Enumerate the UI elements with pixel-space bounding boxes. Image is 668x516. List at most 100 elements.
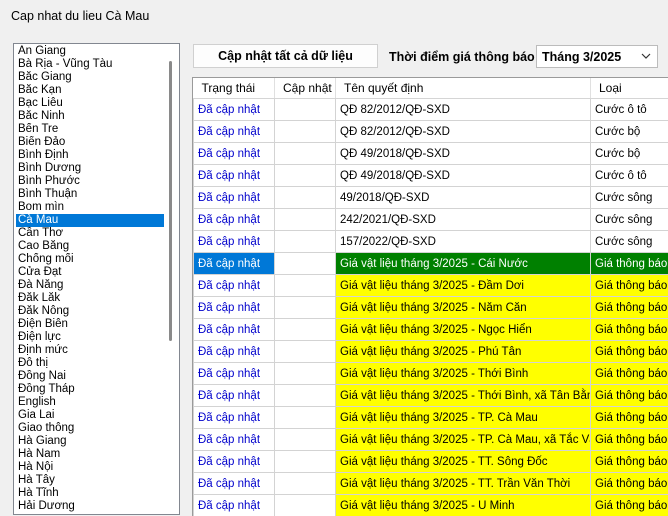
cell-type[interactable]: Giá thông báo xyxy=(591,473,668,495)
cell-update[interactable] xyxy=(275,385,336,407)
cell-type[interactable]: Giá thông báo xyxy=(591,319,668,341)
sidebar-item[interactable]: Hà Tĩnh xyxy=(16,487,168,500)
cell-type[interactable]: Giá thông báo xyxy=(591,363,668,385)
cell-name[interactable]: QĐ 49/2018/QĐ-SXD xyxy=(336,143,591,165)
sidebar-item[interactable]: Chống mối xyxy=(16,253,168,266)
cell-update[interactable] xyxy=(275,253,336,275)
sidebar-item[interactable]: Bình Dương xyxy=(16,162,168,175)
sidebar-item[interactable]: Định mức xyxy=(16,344,168,357)
sidebar-item[interactable]: Bến Tre xyxy=(16,123,168,136)
cell-name[interactable]: Giá vật liệu tháng 3/2025 - U Minh xyxy=(336,495,591,516)
sidebar-item[interactable]: Bắc Kạn xyxy=(16,84,168,97)
cell-update[interactable] xyxy=(275,407,336,429)
sidebar-item[interactable]: Hà Nội xyxy=(16,461,168,474)
cell-update[interactable] xyxy=(275,99,336,121)
cell-name[interactable]: Giá vật liệu tháng 3/2025 - TT. Trần Văn… xyxy=(336,473,591,495)
cell-update[interactable] xyxy=(275,429,336,451)
table-row[interactable]: Đã cập nhậtGiá vật liệu tháng 3/2025 - N… xyxy=(194,319,668,341)
province-list[interactable]: An GiangBà Rịa - Vũng TàuBắc GiangBắc Kạ… xyxy=(13,43,180,515)
cell-name[interactable]: 49/2018/QĐ-SXD xyxy=(336,187,591,209)
cell-update[interactable] xyxy=(275,231,336,253)
cell-status[interactable]: Đã cập nhật xyxy=(194,143,275,165)
cell-update[interactable] xyxy=(275,363,336,385)
sidebar-item[interactable]: Điện Biên xyxy=(16,318,168,331)
cell-name[interactable]: Giá vật liệu tháng 3/2025 - Đầm Dơi xyxy=(336,275,591,297)
sidebar-item[interactable]: Điện lực xyxy=(16,331,168,344)
sidebar-item[interactable]: Đồng Tháp xyxy=(16,383,168,396)
cell-name[interactable]: QĐ 82/2012/QĐ-SXD xyxy=(336,121,591,143)
cell-update[interactable] xyxy=(275,341,336,363)
table-row[interactable]: Đã cập nhật QĐ 82/2012/QĐ-SXDCước ô tô xyxy=(194,99,668,121)
cell-status[interactable]: Đã cập nhật xyxy=(194,165,275,187)
cell-type[interactable]: Giá thông báo xyxy=(591,297,668,319)
sidebar-item[interactable]: Biển Đảo xyxy=(16,136,168,149)
cell-update[interactable] xyxy=(275,275,336,297)
sidebar-item[interactable]: Bình Định xyxy=(16,149,168,162)
cell-type[interactable]: Giá thông báo xyxy=(591,429,668,451)
cell-type[interactable]: Giá thông báo xyxy=(591,253,668,275)
sidebar-item[interactable]: Đô thị xyxy=(16,357,168,370)
sidebar-item[interactable]: Đà Nẵng xyxy=(16,279,168,292)
cell-update[interactable] xyxy=(275,495,336,516)
cell-type[interactable]: Giá thông báo xyxy=(591,451,668,473)
sidebar-item[interactable]: English xyxy=(16,396,168,409)
table-row[interactable]: Đã cập nhậtGiá vật liệu tháng 3/2025 - Đ… xyxy=(194,275,668,297)
scrollbar-thumb[interactable] xyxy=(169,61,172,341)
cell-status[interactable]: Đã cập nhật xyxy=(194,385,275,407)
cell-name[interactable]: 242/2021/QĐ-SXD xyxy=(336,209,591,231)
cell-name[interactable]: Giá vật liệu tháng 3/2025 - Năm Căn xyxy=(336,297,591,319)
column-header-update[interactable]: Cập nhật xyxy=(275,78,336,99)
cell-name[interactable]: Giá vật liệu tháng 3/2025 - Cái Nước xyxy=(336,253,591,275)
sidebar-item[interactable]: Bắc Giang xyxy=(16,71,168,84)
cell-status[interactable]: Đã cập nhật xyxy=(194,341,275,363)
cell-name[interactable]: Giá vật liệu tháng 3/2025 - TP. Cà Mau, … xyxy=(336,429,591,451)
cell-update[interactable] xyxy=(275,319,336,341)
period-select[interactable]: Tháng 3/2025 xyxy=(536,45,658,68)
cell-type[interactable]: Cước ô tô xyxy=(591,99,668,121)
cell-type[interactable]: Cước sông xyxy=(591,231,668,253)
cell-type[interactable]: Giá thông báo xyxy=(591,385,668,407)
table-row[interactable]: Đã cập nhậtGiá vật liệu tháng 3/2025 - N… xyxy=(194,297,668,319)
sidebar-item[interactable]: Bình Phước xyxy=(16,175,168,188)
cell-type[interactable]: Giá thông báo xyxy=(591,407,668,429)
table-row[interactable]: Đã cập nhậtQĐ 49/2018/QĐ-SXDCước bộ xyxy=(194,143,668,165)
cell-name[interactable]: QĐ 82/2012/QĐ-SXD xyxy=(336,99,591,121)
sidebar-item[interactable]: An Giang xyxy=(16,45,168,58)
cell-update[interactable] xyxy=(275,143,336,165)
table-row[interactable]: Đã cập nhật242/2021/QĐ-SXDCước sông xyxy=(194,209,668,231)
cell-update[interactable] xyxy=(275,473,336,495)
cell-update[interactable] xyxy=(275,165,336,187)
cell-name[interactable]: 157/2022/QĐ-SXD xyxy=(336,231,591,253)
cell-type[interactable]: Giá thông báo xyxy=(591,275,668,297)
cell-status[interactable]: Đã cập nhật xyxy=(194,319,275,341)
table-row[interactable]: Đã cập nhậtGiá vật liệu tháng 3/2025 - T… xyxy=(194,363,668,385)
sidebar-item[interactable]: Hải Dương xyxy=(16,500,168,513)
cell-name[interactable]: Giá vật liệu tháng 3/2025 - TP. Cà Mau xyxy=(336,407,591,429)
column-header-name[interactable]: Tên quyết định xyxy=(336,78,591,99)
cell-name[interactable]: Giá vật liệu tháng 3/2025 - TT. Sông Đốc xyxy=(336,451,591,473)
sidebar-item[interactable]: Bom mìn xyxy=(16,201,168,214)
cell-status[interactable]: Đã cập nhật xyxy=(194,473,275,495)
cell-status[interactable]: Đã cập nhật xyxy=(194,429,275,451)
cell-status[interactable]: Đã cập nhật xyxy=(194,451,275,473)
column-header-type[interactable]: Loại xyxy=(591,78,668,99)
cell-status[interactable]: Đã cập nhật xyxy=(194,363,275,385)
sidebar-item[interactable]: Đắk Lắk xyxy=(16,292,168,305)
cell-type[interactable]: Cước bộ xyxy=(591,121,668,143)
cell-type[interactable]: Cước ô tô xyxy=(591,165,668,187)
cell-status[interactable]: Đã cập nhật xyxy=(194,231,275,253)
sidebar-item[interactable]: Giao thông xyxy=(16,422,168,435)
update-all-button[interactable]: Cập nhật tất cả dữ liệu xyxy=(193,44,378,68)
cell-update[interactable] xyxy=(275,187,336,209)
cell-status[interactable]: Đã cập nhật xyxy=(194,99,275,121)
decision-table[interactable]: Trạng thái Cập nhật Tên quyết định Loại … xyxy=(192,77,668,516)
cell-name[interactable]: QĐ 49/2018/QĐ-SXD xyxy=(336,165,591,187)
table-row[interactable]: Đã cập nhậtGiá vật liệu tháng 3/2025 - U… xyxy=(194,495,668,516)
cell-update[interactable] xyxy=(275,451,336,473)
province-list-scrollbar[interactable] xyxy=(164,44,179,514)
table-row[interactable]: Đã cập nhậtGiá vật liệu tháng 3/2025 - T… xyxy=(194,385,668,407)
cell-update[interactable] xyxy=(275,121,336,143)
sidebar-item[interactable]: Bình Thuận xyxy=(16,188,168,201)
sidebar-item[interactable]: Bạc Liêu xyxy=(16,97,168,110)
cell-type[interactable]: Giá thông báo xyxy=(591,495,668,516)
